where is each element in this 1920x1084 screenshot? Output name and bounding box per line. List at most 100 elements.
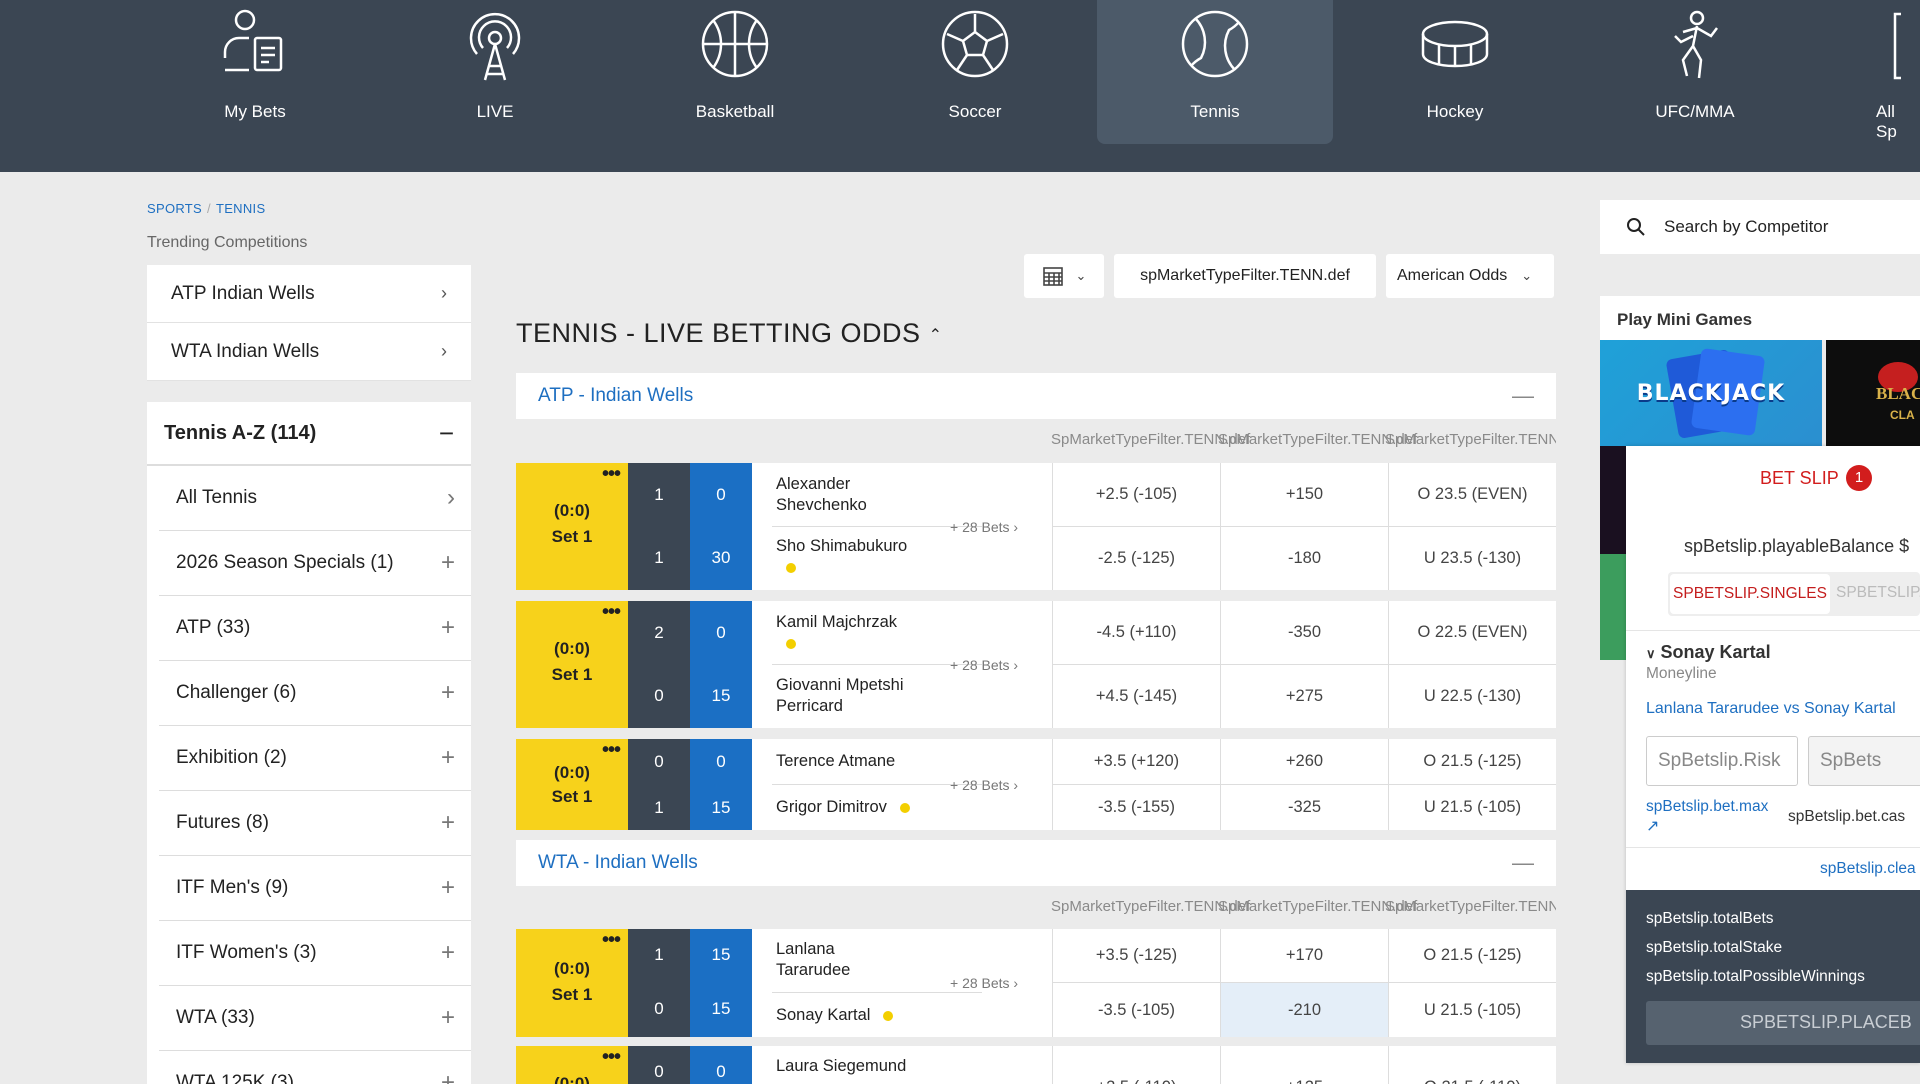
az-item[interactable]: WTA (33) + [159, 986, 471, 1051]
date-picker[interactable]: ⌄ [1024, 254, 1104, 298]
az-item[interactable]: ITF Women's (3) + [159, 921, 471, 986]
az-item[interactable]: Futures (8) + [159, 791, 471, 856]
set-score: 1 [654, 548, 664, 567]
player-1[interactable]: Alexander Shevchenko [776, 474, 926, 516]
odds-format-value: American Odds [1397, 267, 1508, 284]
more-bets-link[interactable]: + 28 Bets › [950, 519, 1018, 535]
spread-odds[interactable]: -3.5 (-105) [1052, 983, 1220, 1037]
nav-live[interactable]: LIVE [377, 0, 613, 144]
total-odds[interactable]: O 23.5 (EVEN) [1388, 463, 1556, 526]
blackjack-label: BLACKJACK [1636, 380, 1786, 406]
breadcrumb-tennis[interactable]: TENNIS [216, 201, 265, 216]
nav-tennis[interactable]: Tennis [1097, 0, 1333, 144]
nav-my-bets[interactable]: My Bets [137, 0, 373, 144]
spread-odds[interactable]: +4.5 (-145) [1052, 665, 1220, 728]
total-odds[interactable]: U 22.5 (-130) [1388, 665, 1556, 728]
competition-header[interactable]: WTA - Indian Wells — [516, 840, 1556, 886]
breadcrumb-sports[interactable]: SPORTS [147, 201, 202, 216]
az-item[interactable]: Exhibition (2) + [159, 726, 471, 791]
az-item[interactable]: All Tennis › [159, 466, 471, 531]
nav-label: Hockey [1426, 102, 1484, 121]
player-2[interactable]: Grigor Dimitrov [776, 797, 910, 818]
more-options-icon[interactable]: ••• [602, 601, 621, 624]
page-title-text: TENNIS - LIVE BETTING ODDS [516, 318, 921, 348]
place-bet-button[interactable]: SPBETSLIP.PLACEB [1646, 1001, 1920, 1045]
clear-link[interactable]: spBetslip.clea [1820, 860, 1916, 878]
more-options-icon[interactable]: ••• [602, 739, 621, 762]
nav-basketball[interactable]: Basketball [617, 0, 853, 144]
more-bets-link[interactable]: + 28 Bets › [950, 975, 1018, 991]
moneyline-odds[interactable]: -325 [1220, 785, 1388, 830]
player-1[interactable]: Terence Atmane [776, 751, 895, 772]
total-odds[interactable]: O 21.5 (-125) [1388, 929, 1556, 982]
total-odds[interactable]: U 21.5 (-105) [1388, 983, 1556, 1037]
trending-item[interactable]: WTA Indian Wells › [147, 323, 471, 381]
competitor-search[interactable]: Search by Competitor [1600, 200, 1920, 254]
spread-odds[interactable]: +3.5 (-125) [1052, 929, 1220, 982]
spread-odds[interactable]: -4.5 (+110) [1052, 601, 1220, 664]
player-1[interactable]: Laura Siegemund [776, 1056, 906, 1077]
nav-soccer[interactable]: Soccer [857, 0, 1093, 144]
nav-ufc-mma[interactable]: UFC/MMA [1577, 0, 1813, 144]
moneyline-odds-selected[interactable]: -210 [1220, 983, 1388, 1037]
moneyline-odds[interactable]: -350 [1220, 601, 1388, 664]
collapse-icon[interactable]: − [439, 418, 454, 449]
collapse-icon[interactable]: — [1512, 383, 1534, 409]
moneyline-odds[interactable]: +150 [1220, 463, 1388, 526]
az-item[interactable]: ATP (33) + [159, 596, 471, 661]
spread-odds[interactable]: +2.5 (-105) [1052, 463, 1220, 526]
blackjack-game-tile[interactable]: BLACKJACK [1600, 340, 1822, 446]
more-options-icon[interactable]: ••• [602, 929, 621, 952]
bet-slip-title[interactable]: BET SLIP [1760, 468, 1839, 489]
az-item[interactable]: Challenger (6) + [159, 661, 471, 726]
az-item[interactable]: ITF Men's (9) + [159, 856, 471, 921]
total-odds[interactable]: U 23.5 (-130) [1388, 527, 1556, 590]
total-odds[interactable]: O 22.5 (EVEN) [1388, 601, 1556, 664]
collapse-icon[interactable]: — [1512, 850, 1534, 876]
spread-odds[interactable]: +3.5 (+120) [1052, 739, 1220, 784]
market-header: SpMarketTypeFilter.TENN.def [1385, 898, 1556, 915]
risk-input[interactable]: SpBetslip.Risk [1646, 736, 1798, 786]
az-header[interactable]: Tennis A-Z (114) − [147, 402, 471, 466]
odds-group: +2.5 (-110) +125 O 21.5 (-110) [1052, 1046, 1556, 1084]
total-odds[interactable]: O 21.5 (-125) [1388, 739, 1556, 784]
player-2[interactable]: Sonay Kartal [776, 1005, 894, 1026]
player-2[interactable]: Sho Shimabukuro [776, 536, 907, 578]
player-1[interactable]: Kamil Majchrzak [776, 612, 897, 654]
player-2[interactable]: Giovanni Mpetshi Perricard [776, 675, 936, 717]
competition-header[interactable]: ATP - Indian Wells — [516, 373, 1556, 419]
az-item[interactable]: 2026 Season Specials (1) + [159, 531, 471, 596]
selection-event[interactable]: Lanlana Tararudee vs Sonay Kartal [1646, 700, 1896, 718]
tab-parlay[interactable]: SPBETSLIP. [1836, 584, 1920, 602]
trending-item[interactable]: ATP Indian Wells › [147, 265, 471, 323]
win-input[interactable]: SpBets [1808, 736, 1920, 786]
match-row: ••• (0:0) Set 1 11 0 30 Alexander Shevchenk… [516, 463, 1556, 590]
spread-odds[interactable]: -3.5 (-155) [1052, 785, 1220, 830]
more-bets-link[interactable]: + 28 Bets › [950, 657, 1018, 673]
spread-odds[interactable]: -2.5 (-125) [1052, 527, 1220, 590]
soccer-ball-icon [941, 10, 1009, 78]
chevron-up-icon[interactable]: ⌃ [929, 327, 943, 344]
blackjack-classic-game-tile[interactable]: BLAC CLA [1826, 340, 1920, 446]
more-bets-link[interactable]: + 28 Bets › [950, 777, 1018, 793]
selection-name[interactable]: ∨ Sonay Kartal [1646, 642, 1771, 663]
spread-odds[interactable]: +2.5 (-110) [1052, 1046, 1220, 1084]
moneyline-odds[interactable]: +170 [1220, 929, 1388, 982]
nav-all-sports[interactable]: All Sp [1817, 0, 1920, 144]
moneyline-odds[interactable]: +275 [1220, 665, 1388, 728]
match-row: ••• (0:0) Set 1 01 0 15 Terence Atmane Grig… [516, 739, 1556, 830]
tab-singles[interactable]: SPBETSLIP.SINGLES [1670, 574, 1830, 614]
moneyline-odds[interactable]: -180 [1220, 527, 1388, 590]
odds-format-select[interactable]: American Odds ⌄ [1386, 254, 1554, 298]
total-odds[interactable]: O 21.5 (-110) [1388, 1046, 1556, 1084]
moneyline-odds[interactable]: +125 [1220, 1046, 1388, 1084]
more-options-icon[interactable]: ••• [602, 1046, 621, 1069]
market-type-filter[interactable]: spMarketTypeFilter.TENN.def [1114, 254, 1376, 298]
total-odds[interactable]: U 21.5 (-105) [1388, 785, 1556, 830]
bet-max-link[interactable]: spBetslip.bet.max ↗ [1646, 798, 1768, 836]
player-1[interactable]: Lanlana Tararudee [776, 939, 876, 981]
more-options-icon[interactable]: ••• [602, 463, 621, 486]
moneyline-odds[interactable]: +260 [1220, 739, 1388, 784]
az-item[interactable]: WTA 125K (3) + [159, 1051, 471, 1084]
nav-hockey[interactable]: Hockey [1337, 0, 1573, 144]
